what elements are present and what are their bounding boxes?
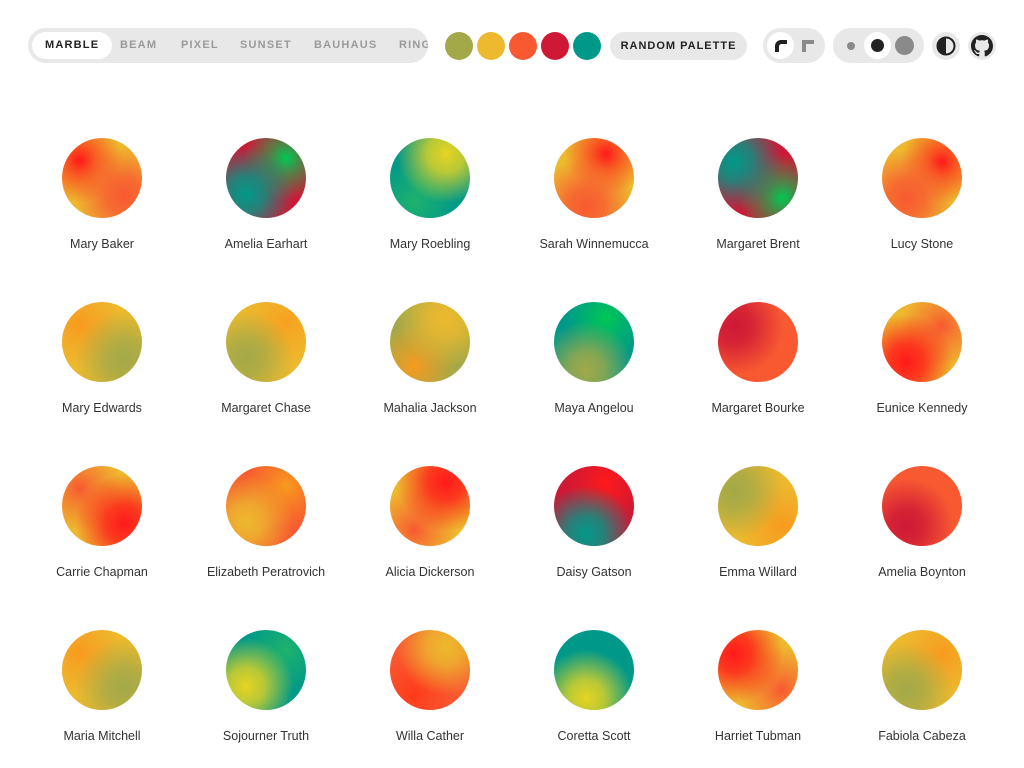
avatar-name: Coretta Scott [557,729,631,743]
size-toggle [833,28,924,63]
avatar-name: Eunice Kennedy [876,401,968,415]
small-dot-icon[interactable] [837,32,864,59]
avatar [390,302,470,382]
avatar [62,138,142,218]
avatar [390,138,470,218]
avatar [882,302,962,382]
tab-ring[interactable]: RING [399,32,428,59]
tab-bauhaus[interactable]: BAUHAUS [314,32,377,59]
square-corner-icon[interactable] [794,32,821,59]
palette-color-2[interactable] [477,32,505,60]
avatar-name: Mahalia Jackson [383,401,477,415]
avatar [554,466,634,546]
avatar [226,138,306,218]
avatar-card[interactable]: Carrie Chapman [20,466,184,596]
avatar-name: Sarah Winnemucca [539,237,649,251]
avatar-name: Harriet Tubman [714,729,802,743]
avatar-card[interactable]: Mary Roebling [348,138,512,268]
avatar-card[interactable]: Coretta Scott [512,630,676,760]
avatar-card[interactable]: Daisy Gatson [512,466,676,596]
avatar-name: Margaret Brent [716,237,800,251]
avatar [62,630,142,710]
large-dot-icon[interactable] [891,32,918,59]
avatar-card[interactable]: Mahalia Jackson [348,302,512,432]
avatar [882,138,962,218]
avatar-card[interactable]: Willa Cather [348,630,512,760]
avatar [226,630,306,710]
tab-pixel[interactable]: PIXEL [181,32,219,59]
avatar [226,466,306,546]
palette-color-5[interactable] [573,32,601,60]
medium-dot-icon[interactable] [864,32,891,59]
avatar [718,138,798,218]
palette-color-1[interactable] [445,32,473,60]
avatar-card[interactable]: Sojourner Truth [184,630,348,760]
palette-color-4[interactable] [541,32,569,60]
avatar-name: Lucy Stone [890,237,954,251]
variant-tabs: MARBLE BEAM PIXEL SUNSET BAUHAUS RING [28,28,428,63]
avatar-card[interactable]: Maya Angelou [512,302,676,432]
contrast-icon[interactable] [932,32,960,60]
avatar-card[interactable]: Sarah Winnemucca [512,138,676,268]
avatar [390,630,470,710]
avatar-name: Carrie Chapman [56,565,148,579]
avatar-name: Elizabeth Peratrovich [206,565,326,579]
avatar-name: Sojourner Truth [222,729,310,743]
avatar-card[interactable]: Amelia Boynton [840,466,1004,596]
avatar-card[interactable]: Mary Baker [20,138,184,268]
avatar-name: Margaret Bourke [711,401,805,415]
avatar-card[interactable]: Margaret Brent [676,138,840,268]
avatar-card[interactable]: Alicia Dickerson [348,466,512,596]
avatar-name: Willa Cather [395,729,465,743]
palette-color-3[interactable] [509,32,537,60]
avatar-card[interactable]: Margaret Bourke [676,302,840,432]
tab-marble[interactable]: MARBLE [32,32,113,59]
avatar [554,302,634,382]
avatar-name: Maria Mitchell [63,729,141,743]
avatar-name: Fabiola Cabeza [878,729,966,743]
avatar-card[interactable]: Mary Edwards [20,302,184,432]
avatar-name: Emma Willard [719,565,797,579]
avatar-name: Amelia Earhart [224,237,308,251]
avatar-name: Amelia Boynton [878,565,966,579]
rounded-corner-icon[interactable] [767,32,794,59]
avatar-card[interactable]: Margaret Chase [184,302,348,432]
avatar [62,302,142,382]
avatar [554,138,634,218]
avatar-card[interactable]: Amelia Earhart [184,138,348,268]
avatar-card[interactable]: Lucy Stone [840,138,1004,268]
avatar-card[interactable]: Elizabeth Peratrovich [184,466,348,596]
avatar [554,630,634,710]
avatar-card[interactable]: Fabiola Cabeza [840,630,1004,760]
random-palette-button[interactable]: RANDOM PALETTE [610,32,747,60]
avatar-name: Alicia Dickerson [385,565,475,579]
avatar [882,630,962,710]
tab-sunset[interactable]: SUNSET [240,32,292,59]
shape-toggle [763,28,825,63]
avatar-name: Mary Edwards [62,401,142,415]
avatar [882,466,962,546]
avatar [718,630,798,710]
avatar-card[interactable]: Maria Mitchell [20,630,184,760]
avatar-card[interactable]: Eunice Kennedy [840,302,1004,432]
avatar [718,302,798,382]
github-icon[interactable] [968,32,996,60]
avatar-name: Maya Angelou [554,401,634,415]
avatar-name: Mary Baker [70,237,134,251]
avatar [62,466,142,546]
avatar-name: Mary Roebling [389,237,471,251]
avatar [226,302,306,382]
avatar-card[interactable]: Emma Willard [676,466,840,596]
avatar [718,466,798,546]
avatar-name: Daisy Gatson [556,565,632,579]
toolbar: MARBLE BEAM PIXEL SUNSET BAUHAUS RING RA… [0,0,1024,92]
tab-beam[interactable]: BEAM [120,32,157,59]
avatar-name: Margaret Chase [221,401,311,415]
avatar-card[interactable]: Harriet Tubman [676,630,840,760]
avatar [390,466,470,546]
